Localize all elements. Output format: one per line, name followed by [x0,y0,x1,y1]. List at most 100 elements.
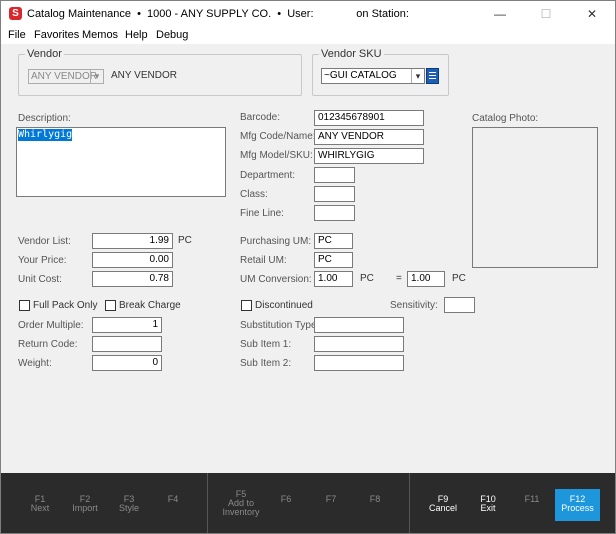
sub-item-2-field[interactable] [314,355,404,371]
um-conversion-unit: PC [360,273,374,284]
f8-key: F8 [369,494,381,504]
function-key-bar: F1 Next F2 Import F3 Style F4 F5 Add to … [1,473,615,533]
minimize-icon: — [494,7,506,21]
full-pack-only-checkbox[interactable] [19,300,30,311]
f10-exit-button[interactable]: F10 Exit [466,473,510,533]
order-multiple-label: Order Multiple: [18,320,84,331]
f7-key: F7 [325,494,337,504]
f12-process-button[interactable]: F12 Process [555,489,600,521]
f2-label: Import [72,503,98,513]
maximize-button[interactable]: ☐ [523,1,569,27]
f1-label: Next [30,503,50,513]
f7-button[interactable]: F7 [309,473,353,533]
retail-um-field[interactable]: PC [314,252,353,268]
form-area: Vendor ANY VENDOR ▾ ANY VENDOR Vendor SK… [1,45,615,473]
department-field[interactable] [314,167,355,183]
f6-key: F6 [280,494,292,504]
list-icon[interactable] [426,68,439,84]
um-conversion-field[interactable]: 1.00 [314,271,353,287]
your-price-label: Your Price: [18,255,67,266]
fine-line-label: Fine Line: [240,208,284,219]
substitution-type-field[interactable] [314,317,404,333]
menu-favorites[interactable]: Favorites [34,29,79,41]
f11-key: F11 [524,494,540,504]
menu-bar: File Favorites Memos Help Debug [1,27,615,44]
mfg-code-label: Mfg Code/Name: [240,131,316,142]
sub-item-1-field[interactable] [314,336,404,352]
unit-cost-field[interactable]: 0.78 [92,271,173,287]
f11-button[interactable]: F11 [510,473,554,533]
f9-label: Cancel [428,503,457,513]
sensitivity-field[interactable] [444,297,475,313]
vendor-sku-combo[interactable]: ~GUI CATALOG ▾ [321,68,425,84]
break-charge-checkbox[interactable] [105,300,116,311]
class-field[interactable] [314,186,355,202]
minimize-button[interactable]: — [477,1,523,27]
substitution-type-label: Substitution Type: [240,320,320,331]
vendor-sku-legend: Vendor SKU [321,48,382,60]
f2-import-button[interactable]: F2 Import [63,473,107,533]
sensitivity-label: Sensitivity: [390,300,438,311]
description-textarea[interactable]: Whirlygig [16,127,226,197]
vendor-list-label: Vendor List: [18,236,71,247]
um-conversion-unit-2: PC [452,273,466,284]
purchasing-um-field[interactable]: PC [314,233,353,249]
vendor-name: ANY VENDOR [111,70,177,81]
full-pack-only-label: Full Pack Only [33,300,98,311]
order-multiple-field[interactable]: 1 [92,317,162,333]
um-equals-sign: = [396,273,402,284]
menu-help[interactable]: Help [125,29,148,41]
vendor-combo-value: ANY VENDOR [31,71,97,82]
mfg-model-field[interactable]: WHIRLYGIG [314,148,424,164]
f10-label: Exit [480,503,496,513]
chevron-down-icon[interactable]: ▾ [411,69,424,83]
close-icon: ✕ [586,7,598,21]
catalog-photo-label: Catalog Photo: [472,113,539,124]
unit-cost-label: Unit Cost: [18,274,62,285]
your-price-field[interactable]: 0.00 [92,252,173,268]
vendor-combo[interactable]: ANY VENDOR ▾ [28,69,104,84]
mfg-model-label: Mfg Model/SKU: [240,150,313,161]
weight-field[interactable]: 0 [92,355,162,371]
chevron-down-icon[interactable]: ▾ [90,70,103,83]
um-conversion-field-2[interactable]: 1.00 [407,271,445,287]
discontinued-label: Discontinued [255,300,313,311]
close-button[interactable]: ✕ [569,1,615,27]
vendor-sku-combo-value: ~GUI CATALOG [324,70,397,81]
retail-um-label: Retail UM: [240,255,287,266]
f12-label: Process [561,503,594,513]
f5-label: Add to Inventory [222,498,260,517]
f3-label: Style [118,503,139,513]
description-value: Whirlygig [18,129,73,141]
description-label: Description: [18,113,71,124]
weight-label: Weight: [18,358,52,369]
return-code-label: Return Code: [18,339,78,350]
class-label: Class: [240,189,268,200]
f6-button[interactable]: F6 [264,473,308,533]
mfg-code-field[interactable]: ANY VENDOR [314,129,424,145]
vendor-group-legend: Vendor [27,48,62,60]
f8-button[interactable]: F8 [353,473,397,533]
return-code-field[interactable] [92,336,162,352]
um-conversion-label: UM Conversion: [240,274,312,285]
catalog-maintenance-window: S Catalog Maintenance • 1000 - ANY SUPPL… [0,0,616,534]
fine-line-field[interactable] [314,205,355,221]
menu-memos[interactable]: Memos [82,29,118,41]
menu-file[interactable]: File [8,29,26,41]
footer-divider [207,473,208,533]
f9-cancel-button[interactable]: F9 Cancel [421,473,465,533]
f5-add-to-inventory-button[interactable]: F5 Add to Inventory [215,473,267,533]
f4-button[interactable]: F4 [151,473,195,533]
discontinued-checkbox[interactable] [241,300,252,311]
vendor-list-field[interactable]: 1.99 [92,233,173,249]
sub-item-1-label: Sub Item 1: [240,339,292,350]
catalog-photo[interactable] [472,127,598,268]
f3-style-button[interactable]: F3 Style [107,473,151,533]
break-charge-label: Break Charge [119,300,181,311]
footer-divider [409,473,410,533]
window-title: Catalog Maintenance • 1000 - ANY SUPPLY … [27,8,409,20]
menu-debug[interactable]: Debug [156,29,188,41]
barcode-field[interactable]: 012345678901 [314,110,424,126]
f1-next-button[interactable]: F1 Next [18,473,62,533]
barcode-label: Barcode: [240,112,281,123]
